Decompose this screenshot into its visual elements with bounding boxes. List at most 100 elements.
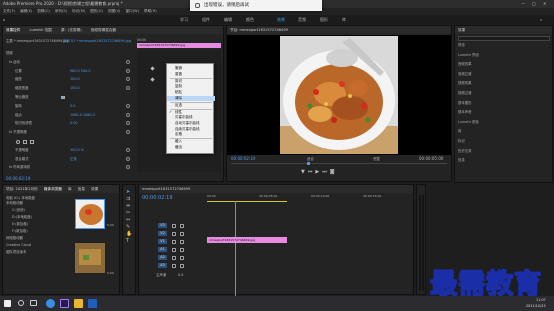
context-menu-item[interactable]: 缓出	[167, 145, 215, 151]
context-menu-item[interactable]: 清除	[167, 95, 215, 102]
reset-keyframe-icon[interactable]	[126, 156, 130, 161]
ec-timecode[interactable]: 00:00:02:19	[6, 176, 30, 181]
ws-tab-active[interactable]: 效果	[277, 15, 285, 24]
pen-tool-icon[interactable]: ✎	[126, 224, 132, 231]
tree-item[interactable]: 本地驱动器	[6, 201, 23, 206]
track-header[interactable]: A1	[142, 247, 204, 252]
ec-row-value[interactable]: 100.0	[70, 77, 80, 82]
program-scrubber[interactable]	[231, 163, 447, 164]
maximize-icon[interactable]: □	[532, 0, 536, 8]
ws-tab[interactable]: 组件	[202, 15, 210, 24]
timeline-playhead[interactable]	[235, 201, 236, 296]
track-header[interactable]: V3	[142, 223, 204, 228]
effects-folder[interactable]: 视频过渡	[458, 91, 550, 96]
menu-item[interactable]: 标记(M)	[72, 8, 85, 15]
tab-info[interactable]: 信息	[78, 187, 85, 191]
tree-item[interactable]: 网络驱动器	[6, 236, 23, 241]
track-select-tool-icon[interactable]: ⇉	[126, 196, 132, 203]
ec-row-group[interactable]: fx 时间重映射	[6, 165, 134, 170]
effects-folder[interactable]: Lumetri 颜色	[458, 120, 550, 125]
sequence-clip-label[interactable]: 序列 01 * mmexport1631572746499.jpg	[63, 38, 131, 43]
menu-item[interactable]: 窗口(W)	[125, 8, 139, 15]
search-icon[interactable]	[18, 300, 24, 306]
ec-row-prop[interactable]: 缩放 100.0	[6, 77, 134, 82]
lock-icon[interactable]	[172, 223, 176, 228]
effects-folder[interactable]: Lumetri 预设	[458, 53, 550, 58]
tab-media-browser[interactable]: 媒体浏览器	[44, 187, 62, 191]
ws-tab[interactable]: 学习	[180, 15, 188, 24]
playhead-marker[interactable]	[307, 162, 310, 165]
work-area-bar[interactable]	[207, 201, 287, 203]
context-menu-item[interactable]: 定格	[167, 132, 215, 138]
ws-tab[interactable]: 图形	[320, 15, 328, 24]
search-icon[interactable]: ⌕	[540, 15, 542, 24]
mute-icon[interactable]	[180, 255, 184, 260]
ec-row-prop[interactable]: 混合模式 正常	[6, 156, 134, 162]
eye-icon[interactable]	[180, 231, 184, 236]
ec-row-prop[interactable]: 不透明度 100.0 %	[6, 147, 134, 153]
keyframe[interactable]	[150, 77, 155, 82]
ec-row-value[interactable]: 0.00	[70, 121, 78, 126]
track-header[interactable]: V1	[142, 239, 204, 244]
mute-icon[interactable]	[180, 247, 184, 252]
browser-icon[interactable]	[46, 299, 55, 308]
lock-icon[interactable]	[172, 263, 176, 268]
menu-item[interactable]: 剪辑(C)	[37, 8, 50, 15]
tree-item[interactable]: F:(新加卷)	[6, 229, 28, 234]
track-header[interactable]: A2	[142, 255, 204, 260]
tab-audio-mixer[interactable]: 音频剪辑混合器	[91, 28, 116, 32]
tree-item[interactable]: 团队项目版本	[6, 250, 26, 255]
pen-mask-icon[interactable]	[30, 139, 34, 144]
tree-item[interactable]: Creative Cloud	[6, 243, 31, 248]
app-icon[interactable]	[88, 299, 97, 308]
ec-row-prop[interactable]: 位置 960.0 540.0	[6, 68, 134, 74]
menu-item[interactable]: 文件(F)	[3, 8, 15, 15]
timeline-clip[interactable]: mmexport1631572746499.jpg	[207, 237, 287, 243]
reset-keyframe-icon[interactable]	[126, 147, 130, 152]
ec-row-prop[interactable]: 防闪烁滤镜 0.00	[6, 121, 134, 126]
minimize-icon[interactable]: ─	[522, 0, 524, 8]
master-clip-label[interactable]: 主要 * mmexport1631572746499.jpg	[6, 38, 69, 43]
tab-effect-controls[interactable]: 效果控件	[6, 28, 20, 32]
reset-keyframe-icon[interactable]	[126, 165, 130, 170]
ec-row-value[interactable]: 1080.0 1080.0	[70, 113, 95, 118]
context-menu-item[interactable]: 重做	[167, 72, 215, 78]
ec-row-group[interactable]: fx 不透明度	[6, 130, 134, 135]
tree-item[interactable]: C:(系统)	[6, 208, 25, 213]
reset-keyframe-icon[interactable]	[126, 121, 130, 126]
effects-search[interactable]	[458, 36, 550, 41]
ec-clip-bar[interactable]: mmexport1631572746499.jpg	[137, 43, 221, 48]
lock-icon[interactable]	[172, 231, 176, 236]
tab-project[interactable]: 项目: 2021年2月份	[6, 187, 38, 191]
menu-item[interactable]: 序列(S)	[55, 8, 67, 15]
effects-folder[interactable]: 库	[458, 129, 550, 134]
folder-icon[interactable]	[74, 299, 83, 308]
tree-item[interactable]: D:(本地磁盘)	[6, 215, 32, 220]
effects-folder[interactable]: 信息	[458, 158, 550, 163]
reset-keyframe-icon[interactable]	[126, 68, 130, 73]
ec-row-masks[interactable]	[6, 139, 134, 144]
menu-item[interactable]: 图形(G)	[90, 8, 103, 15]
effects-folder[interactable]: 基本声音	[458, 110, 550, 115]
tab-source[interactable]: 源：(无剪辑)	[61, 28, 82, 32]
ec-row-value[interactable]: 0.0	[70, 104, 75, 109]
start-icon[interactable]	[4, 300, 11, 307]
ec-row-value[interactable]: 正常	[70, 157, 77, 162]
menu-item[interactable]: 编辑(E)	[20, 8, 32, 15]
timeline-timecode[interactable]: 00:00:02:19	[142, 195, 173, 201]
eye-icon[interactable]	[180, 239, 184, 244]
close-icon[interactable]: ✕	[543, 0, 546, 8]
keyframe[interactable]	[150, 66, 155, 71]
ripple-edit-tool-icon[interactable]: ⇹	[126, 203, 132, 210]
ws-tab[interactable]: 音频	[298, 15, 306, 24]
lock-icon[interactable]	[172, 247, 176, 252]
context-menu-item[interactable]: 反选	[167, 103, 215, 109]
timeline-tab[interactable]: mmexport1631572746499	[139, 185, 413, 193]
ec-row-value[interactable]: 100.0	[70, 86, 80, 91]
ws-tab[interactable]: 库	[342, 15, 346, 24]
premiere-icon[interactable]	[60, 299, 69, 308]
lock-icon[interactable]	[172, 255, 176, 260]
reset-keyframe-icon[interactable]	[126, 86, 130, 91]
program-timecode-left[interactable]: 00:00:02:19	[231, 156, 255, 161]
rect-mask-icon[interactable]	[23, 139, 27, 144]
